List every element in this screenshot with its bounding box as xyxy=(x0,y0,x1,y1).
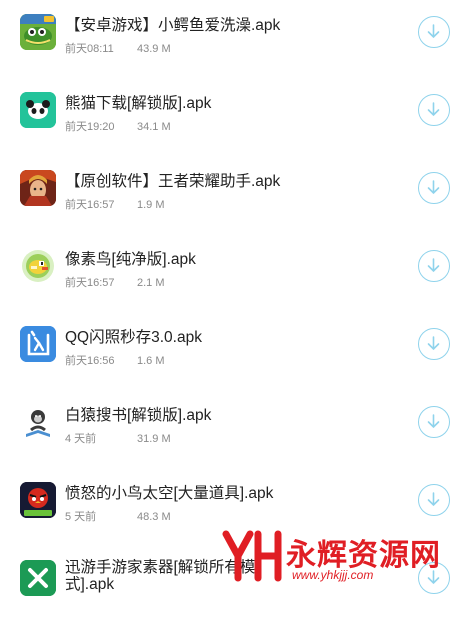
file-size: 48.3 M xyxy=(137,511,171,523)
crocodile-game-icon xyxy=(20,14,56,50)
download-arrow-icon xyxy=(427,414,440,429)
hero-character-icon xyxy=(20,170,56,206)
file-size: 43.9 M xyxy=(137,43,171,55)
list-item[interactable]: 【原创软件】王者荣耀助手.apk 前天16:57 1.9 M xyxy=(0,162,472,232)
download-arrow-icon xyxy=(427,336,440,351)
file-title[interactable]: 【安卓游戏】小鳄鱼爱洗澡.apk xyxy=(65,13,280,35)
file-meta: 前天19:20 34.1 M xyxy=(65,118,171,134)
file-meta: 4 天前 31.9 M xyxy=(65,430,171,446)
download-arrow-icon xyxy=(427,180,440,195)
file-title[interactable]: QQ闪照秒存3.0.apk xyxy=(65,325,202,347)
angry-birds-space-icon xyxy=(20,482,56,518)
list-item[interactable]: 【安卓游戏】小鳄鱼爱洗澡.apk 前天08:11 43.9 M xyxy=(0,6,472,76)
file-title[interactable]: 白猿搜书[解锁版].apk xyxy=(65,403,211,425)
file-title[interactable]: 【原创软件】王者荣耀助手.apk xyxy=(65,169,280,191)
file-meta: 前天16:56 1.6 M xyxy=(65,352,165,368)
file-size: 34.1 M xyxy=(137,121,171,133)
file-time: 前天16:56 xyxy=(65,355,115,367)
download-arrow-icon xyxy=(427,492,440,507)
file-time: 前天19:20 xyxy=(65,121,115,133)
download-button[interactable] xyxy=(418,16,450,48)
file-time: 前天16:57 xyxy=(65,277,115,289)
download-button[interactable] xyxy=(418,94,450,126)
panda-icon xyxy=(20,92,56,128)
pixel-bird-icon xyxy=(20,248,56,284)
list-item[interactable]: 白猿搜书[解锁版].apk 4 天前 31.9 M xyxy=(0,396,472,466)
list-item[interactable]: 熊猫下载[解锁版].apk 前天19:20 34.1 M xyxy=(0,84,472,154)
list-item[interactable]: 像素鸟[纯净版].apk 前天16:57 2.1 M xyxy=(0,240,472,310)
file-meta: 前天16:57 1.9 M xyxy=(65,196,165,212)
file-size: 1.6 M xyxy=(137,355,165,367)
file-time: 前天16:57 xyxy=(65,199,115,211)
site-watermark: 永辉资源网 www.yhkjjj.com xyxy=(222,526,470,585)
file-meta: 前天16:57 2.1 M xyxy=(65,274,165,290)
watermark-url: www.yhkjjj.com xyxy=(292,568,374,582)
flash-character-icon xyxy=(20,326,56,362)
download-arrow-icon xyxy=(427,258,440,273)
file-title[interactable]: 愤怒的小鸟太空[大量道具].apk xyxy=(65,481,273,503)
download-arrow-icon xyxy=(427,102,440,117)
ape-reading-icon xyxy=(20,404,56,440)
file-size: 31.9 M xyxy=(137,433,171,445)
file-title[interactable]: 熊猫下载[解锁版].apk xyxy=(65,91,211,113)
file-size: 2.1 M xyxy=(137,277,165,289)
download-button[interactable] xyxy=(418,172,450,204)
download-button[interactable] xyxy=(418,328,450,360)
green-x-icon xyxy=(20,560,56,596)
list-item[interactable]: QQ闪照秒存3.0.apk 前天16:56 1.6 M xyxy=(0,318,472,388)
yh-logo-icon xyxy=(222,530,282,582)
download-button[interactable] xyxy=(418,250,450,282)
download-button[interactable] xyxy=(418,406,450,438)
download-button[interactable] xyxy=(418,484,450,516)
download-arrow-icon xyxy=(427,24,440,39)
file-meta: 5 天前 48.3 M xyxy=(65,508,171,524)
file-size: 1.9 M xyxy=(137,199,165,211)
file-time: 前天08:11 xyxy=(65,43,114,55)
file-time: 5 天前 xyxy=(65,511,97,523)
file-title[interactable]: 像素鸟[纯净版].apk xyxy=(65,247,196,269)
file-meta: 前天08:11 43.9 M xyxy=(65,40,171,56)
file-time: 4 天前 xyxy=(65,433,97,445)
